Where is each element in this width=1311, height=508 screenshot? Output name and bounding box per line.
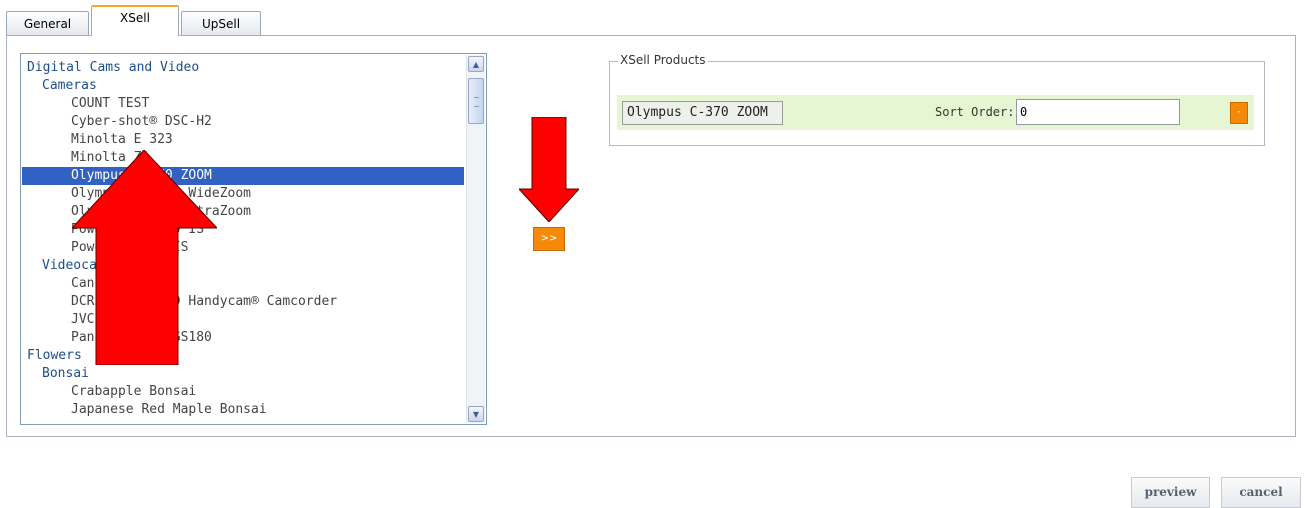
- list-product-item[interactable]: Japanese Red Maple Bonsai: [22, 401, 464, 419]
- list-product-item[interactable]: Cyber-shot® DSC-H2: [22, 113, 464, 131]
- list-product-item[interactable]: COUNT TEST: [22, 95, 464, 113]
- add-xsell-button[interactable]: >>: [533, 227, 565, 251]
- chevron-up-icon: ▲: [472, 60, 480, 69]
- list-scrollbar[interactable]: ▲ ▼: [466, 55, 485, 423]
- xsell-products-legend: XSell Products: [618, 53, 708, 67]
- annotation-arrow-up-icon: [72, 150, 217, 365]
- list-product-item[interactable]: Minolta E 323: [22, 131, 464, 149]
- preview-button[interactable]: preview: [1131, 477, 1210, 508]
- chevron-down-icon: ▼: [472, 410, 480, 419]
- cancel-button[interactable]: cancel: [1221, 477, 1301, 508]
- tab-upsell[interactable]: UpSell: [181, 11, 261, 35]
- list-category-item[interactable]: Bonsai: [22, 365, 464, 383]
- scroll-down-button[interactable]: ▼: [468, 406, 484, 422]
- annotation-arrow-down-icon: [519, 117, 579, 222]
- sort-order-input[interactable]: [1016, 99, 1180, 125]
- remove-xsell-button[interactable]: -: [1230, 102, 1248, 124]
- grip-icon: [474, 97, 479, 107]
- list-product-item[interactable]: Crabapple Bonsai: [22, 383, 464, 401]
- list-category-item[interactable]: Digital Cams and Video: [22, 59, 464, 77]
- tab-general[interactable]: General: [6, 11, 89, 35]
- sort-order-label: Sort Order:: [935, 105, 1015, 119]
- tab-xsell[interactable]: XSell: [91, 5, 179, 36]
- scroll-thumb[interactable]: [468, 78, 484, 124]
- list-category-item[interactable]: Cameras: [22, 77, 464, 95]
- xsell-product-name: Olympus C-370 ZOOM: [622, 101, 783, 125]
- scroll-up-button[interactable]: ▲: [468, 56, 484, 72]
